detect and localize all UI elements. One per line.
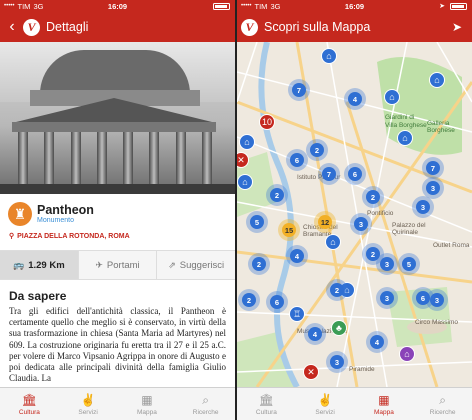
app-logo: V: [23, 18, 40, 36]
status-bar: ••••• TIM 3G 16:09 ➤: [237, 0, 472, 12]
nav-bar: V Scopri sulla Mappa ➤: [237, 12, 472, 42]
museum-marker-icon[interactable]: ⌂: [325, 234, 341, 250]
section-title: Da sapere: [9, 289, 67, 303]
map-cluster[interactable]: 6: [286, 149, 308, 171]
museum-marker-icon[interactable]: ⌂: [239, 134, 255, 150]
page-title: Dettagli: [46, 20, 89, 34]
poi-name: Pantheon: [37, 203, 94, 217]
numbered-marker-icon[interactable]: 10: [259, 114, 275, 130]
tab-ricerche[interactable]: ⌕ Ricerche: [176, 388, 235, 420]
status-time: 16:09: [107, 1, 128, 11]
map-cluster[interactable]: 5: [398, 253, 420, 275]
map-cluster[interactable]: 4: [366, 331, 388, 353]
app-logo: V: [241, 18, 258, 36]
take-me-button[interactable]: ✈ Portami: [79, 251, 158, 279]
pin-icon: ⚲: [9, 233, 15, 240]
tab-cultura[interactable]: 🏛 Cultura: [0, 388, 59, 420]
map-cluster[interactable]: 2: [326, 279, 348, 301]
tab-mappa[interactable]: ▦ Mappa: [355, 388, 414, 420]
tab-ricerche[interactable]: ⌕ Ricerche: [413, 388, 472, 420]
description-text: Tra gli edifici dell'antichità classica,…: [9, 306, 226, 384]
map-label: Piramide: [349, 366, 375, 373]
map-cluster[interactable]: 2: [266, 184, 288, 206]
museum-marker-icon[interactable]: ⌂: [397, 130, 413, 146]
tab-mappa[interactable]: ▦ Mappa: [118, 388, 177, 420]
park-marker-icon[interactable]: ♣: [331, 320, 347, 336]
back-arrow-icon[interactable]: ‹: [5, 12, 19, 42]
tab-servizi[interactable]: ✌ Servizi: [59, 388, 118, 420]
map-label: Pontificio: [367, 210, 394, 217]
tower-marker-icon[interactable]: ♖: [289, 306, 305, 322]
poi-header: ♜ Pantheon Monumento ⚲ PIAZZA DELLA ROTON…: [0, 194, 235, 248]
museum-icon: 🏛: [258, 392, 274, 407]
map-cluster[interactable]: 15: [278, 219, 300, 241]
map-cluster[interactable]: 6: [412, 287, 434, 309]
poi-address: ⚲ PIAZZA DELLA ROTONDA, ROMA: [9, 233, 130, 240]
food-marker-icon[interactable]: ✕: [303, 364, 319, 380]
tab-bar: 🏛 Cultura ✌ Servizi ▦ Mappa ⌕ Ricerche: [237, 387, 472, 420]
battery-icon: [450, 3, 467, 10]
pantheon-photo: [0, 42, 235, 194]
battery-icon: [213, 3, 230, 10]
map-label: Galleria Borghese: [427, 120, 455, 134]
church-marker-icon[interactable]: ⌂: [399, 346, 415, 362]
map-label: Giardini di: [385, 114, 415, 121]
tab-servizi[interactable]: ✌ Servizi: [296, 388, 355, 420]
map-cluster[interactable]: 2: [362, 186, 384, 208]
map-cluster[interactable]: 6: [344, 163, 366, 185]
map-cluster[interactable]: 5: [246, 211, 268, 233]
location-status-icon: ➤: [439, 3, 445, 10]
map-cluster[interactable]: 3: [376, 287, 398, 309]
map-cluster[interactable]: 6: [266, 291, 288, 313]
map-cluster[interactable]: 7: [288, 79, 310, 101]
map-label: Villa Borghese: [385, 122, 427, 129]
museum-marker-icon[interactable]: ⌂: [237, 174, 253, 190]
search-icon: ⌕: [439, 392, 446, 407]
services-icon: ✌: [80, 392, 96, 407]
map-cluster[interactable]: 2: [306, 139, 328, 161]
detail-screen: ••••• TIM 3G 16:09 ‹ V Dettagli ♜ Panthe…: [0, 0, 235, 420]
tab-cultura[interactable]: 🏛 Cultura: [237, 388, 296, 420]
nav-bar: ‹ V Dettagli: [0, 12, 235, 42]
map-cluster[interactable]: 3: [350, 213, 372, 235]
map-cluster[interactable]: 2: [238, 289, 260, 311]
page-title: Scopri sulla Mappa: [264, 20, 371, 34]
museum-marker-icon[interactable]: ⌂: [321, 48, 337, 64]
map-icon: ▦: [378, 392, 390, 407]
map-cluster[interactable]: 4: [286, 245, 308, 267]
search-icon: ⌕: [202, 392, 209, 407]
map-cluster[interactable]: 4: [304, 323, 326, 345]
map-label: Quirinale: [392, 229, 419, 236]
navigate-icon: ✈: [95, 259, 103, 270]
map-label: Circo Massimo: [415, 319, 458, 326]
museum-marker-icon[interactable]: ⌂: [384, 89, 400, 105]
map-cluster[interactable]: 4: [344, 88, 366, 110]
distance-button[interactable]: 🚌 1.29 Km: [0, 251, 79, 279]
map-cluster[interactable]: 12: [314, 211, 336, 233]
map-cluster[interactable]: 7: [422, 157, 444, 179]
bus-icon: 🚌: [13, 259, 25, 270]
suggest-button[interactable]: ⇗ Suggerisci: [157, 251, 235, 279]
status-time: 16:09: [344, 1, 365, 11]
map-view[interactable]: Giardini di Villa Borghese Galleria Borg…: [237, 42, 472, 387]
poi-category: Monumento: [37, 217, 74, 224]
map-cluster[interactable]: 3: [412, 196, 434, 218]
map-cluster[interactable]: 3: [376, 253, 398, 275]
monument-icon: ♜: [8, 202, 32, 226]
map-icon: ▦: [141, 392, 153, 407]
services-icon: ✌: [317, 392, 333, 407]
locate-me-icon[interactable]: ➤: [452, 20, 462, 34]
museum-icon: 🏛: [21, 392, 37, 407]
map-label: Outlet Roma: [433, 242, 470, 249]
map-label: Palazzo del: [392, 222, 426, 229]
map-cluster[interactable]: 3: [326, 351, 348, 373]
museum-marker-icon[interactable]: ⌂: [429, 72, 445, 88]
map-cluster[interactable]: 2: [248, 253, 270, 275]
status-bar: ••••• TIM 3G 16:09: [0, 0, 235, 12]
share-icon: ⇗: [168, 259, 176, 270]
map-screen: ••••• TIM 3G 16:09 ➤ V Scopri sulla Mapp…: [237, 0, 472, 420]
action-bar: 🚌 1.29 Km ✈ Portami ⇗ Suggerisci: [0, 250, 235, 280]
map-cluster[interactable]: 7: [318, 163, 340, 185]
tab-bar: 🏛 Cultura ✌ Servizi ▦ Mappa ⌕ Ricerche: [0, 387, 235, 420]
